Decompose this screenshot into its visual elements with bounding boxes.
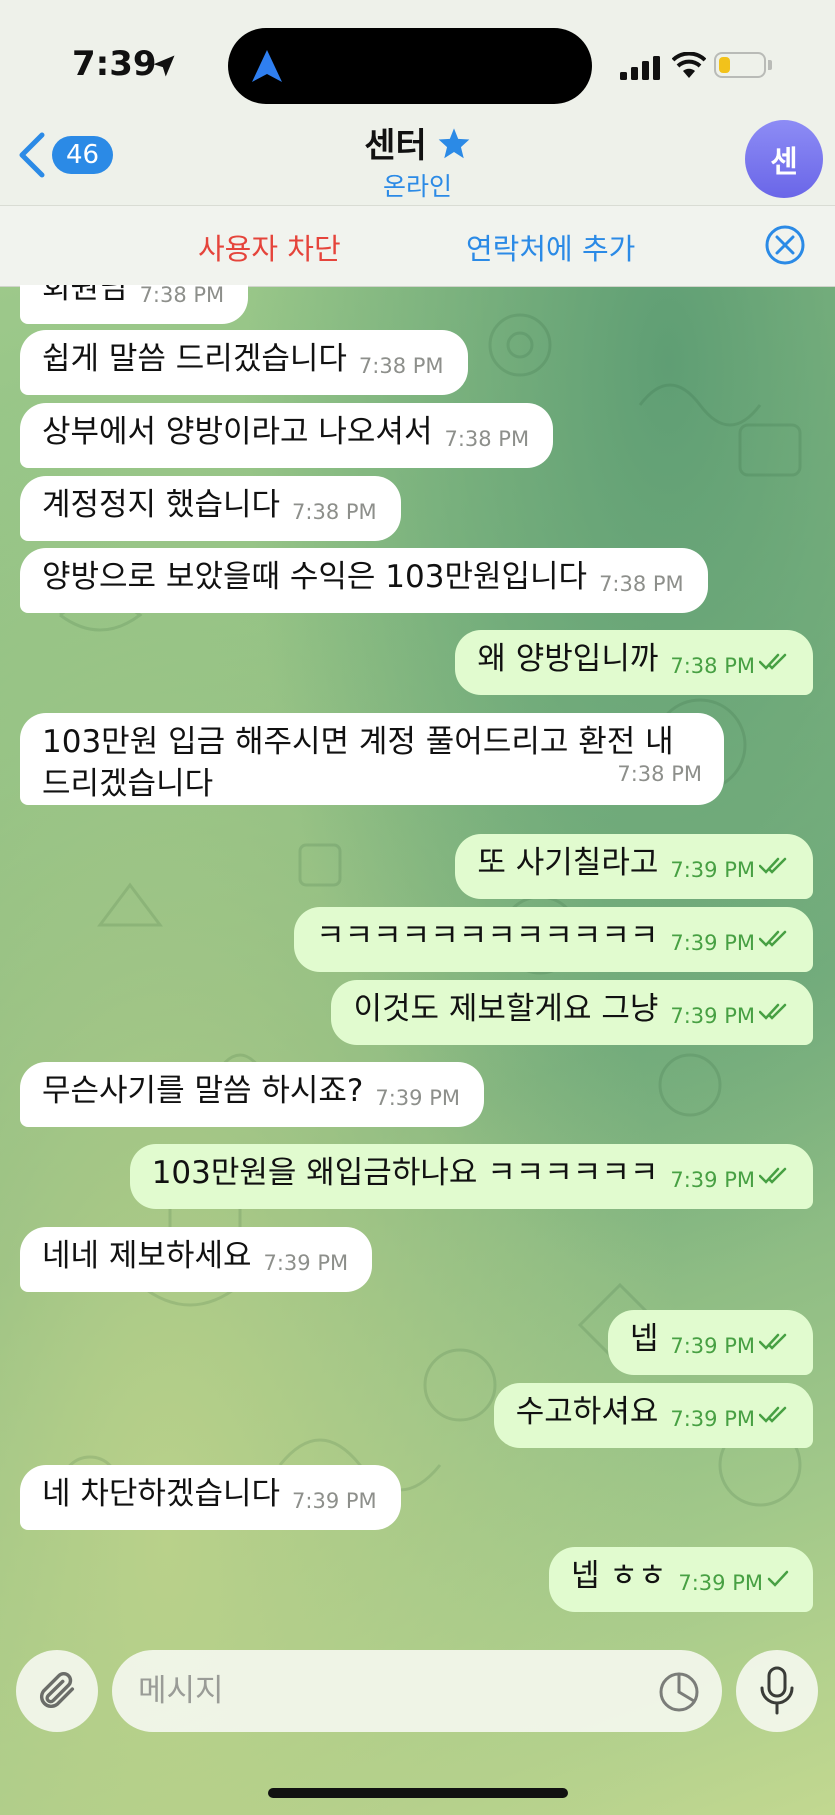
add-contact-button[interactable]: 연락처에 추가 xyxy=(466,226,635,268)
message-text: 103만원을 왜입금하나요 ㅋㅋㅋㅋㅋㅋ xyxy=(151,1155,659,1191)
message-bubble-outgoing[interactable]: 103만원을 왜입금하나요 ㅋㅋㅋㅋㅋㅋ 7:39 PM xyxy=(129,1144,813,1209)
message-text: 네 차단하겠습니다 xyxy=(42,1476,281,1512)
battery-icon xyxy=(714,52,766,78)
double-check-icon xyxy=(759,1003,787,1020)
star-icon xyxy=(438,127,470,158)
message-time: 7:38 PM xyxy=(139,285,225,307)
cellular-signal-icon xyxy=(620,56,660,80)
message-text: 왜 양방입니까 xyxy=(477,641,659,677)
message-bubble-outgoing[interactable]: 왜 양방입니까 7:38 PM xyxy=(455,630,813,695)
message-time: 7:39 PM xyxy=(670,1004,755,1028)
message-bubble-incoming[interactable]: 쉽게 말씀 드리겠습니다 7:38 PM xyxy=(20,330,468,395)
navigation-arrow-icon xyxy=(252,50,282,82)
check-icon xyxy=(767,1570,789,1587)
message-bubble-outgoing[interactable]: 이것도 제보할게요 그냥 7:39 PM xyxy=(331,980,813,1045)
message-time: 7:38 PM xyxy=(599,572,684,596)
message-text: 수고하셔요 xyxy=(515,1394,659,1430)
message-bubble-outgoing[interactable]: ㅋㅋㅋㅋㅋㅋㅋㅋㅋㅋㅋㅋ 7:39 PM xyxy=(294,907,813,972)
message-bubble-outgoing[interactable]: 넵 7:39 PM xyxy=(607,1310,813,1375)
message-time: 7:38 PM xyxy=(670,654,755,678)
message-text: 회원님 xyxy=(42,285,128,306)
message-time: 7:39 PM xyxy=(375,1086,460,1110)
message-text: ㅋㅋㅋㅋㅋㅋㅋㅋㅋㅋㅋㅋ xyxy=(316,918,659,954)
close-icon[interactable] xyxy=(764,224,806,266)
message-bubble-outgoing[interactable]: 수고하셔요 7:39 PM xyxy=(493,1383,813,1448)
message-text: 무슨사기를 말씀 하시죠? xyxy=(42,1073,364,1109)
microphone-icon xyxy=(760,1666,794,1715)
message-time: 7:38 PM xyxy=(292,500,377,524)
message-text: 넵 xyxy=(629,1321,659,1357)
message-time: 7:39 PM xyxy=(670,931,755,955)
double-check-icon xyxy=(759,653,787,670)
attach-button[interactable] xyxy=(16,1650,98,1732)
sticker-icon[interactable] xyxy=(658,1671,700,1713)
double-check-icon xyxy=(759,1333,787,1350)
dynamic-island xyxy=(228,28,592,104)
message-input[interactable]: 메시지 xyxy=(112,1650,722,1732)
message-time: 7:39 PM xyxy=(670,858,755,882)
message-time: 7:39 PM xyxy=(292,1489,377,1513)
paperclip-icon xyxy=(40,1672,75,1708)
message-text: 103만원 입금 해주시면 계정 풀어드리고 환전 내드리겠습니다 xyxy=(42,724,674,802)
message-time: 7:38 PM xyxy=(617,762,702,786)
top-bar: 7:39 46 센터 온라인 센 xyxy=(0,0,835,205)
message-bubble-incoming[interactable]: 네네 제보하세요 7:39 PM xyxy=(20,1227,373,1292)
message-text: 네네 제보하세요 xyxy=(42,1238,252,1274)
message-bubble-incoming[interactable]: 무슨사기를 말씀 하시죠? 7:39 PM xyxy=(20,1062,484,1127)
double-check-icon xyxy=(759,857,787,874)
avatar[interactable]: 센 xyxy=(745,120,823,198)
message-text: 이것도 제보할게요 그냥 xyxy=(353,991,659,1027)
message-text: 쉽게 말씀 드리겠습니다 xyxy=(42,341,347,377)
location-arrow-icon xyxy=(153,55,175,77)
message-time: 7:39 PM xyxy=(670,1407,755,1431)
message-bubble-incoming[interactable]: 양방으로 보았을때 수익은 103만원입니다 7:38 PM xyxy=(20,548,708,613)
message-bubble-incoming[interactable]: 계정정지 했습니다 7:38 PM xyxy=(20,476,401,541)
double-check-icon xyxy=(759,1406,787,1423)
message-list[interactable]: 회원님 7:38 PM 쉽게 말씀 드리겠습니다 7:38 PM 상부에서 양방이라… xyxy=(0,285,835,1650)
message-time: 7:39 PM xyxy=(263,1251,349,1275)
double-check-icon xyxy=(759,930,787,947)
message-text: 양방으로 보았을때 수익은 103만원입니다 xyxy=(42,559,588,595)
message-time: 7:39 PM xyxy=(670,1168,755,1192)
message-text: 넵 ㅎㅎ xyxy=(570,1558,667,1594)
message-bubble-incoming[interactable]: 네 차단하겠습니다 7:39 PM xyxy=(20,1465,401,1530)
message-bubble-incoming[interactable]: 103만원 입금 해주시면 계정 풀어드리고 환전 내드리겠습니다 7:38 PM xyxy=(20,713,724,805)
message-time: 7:38 PM xyxy=(358,354,444,378)
message-time: 7:38 PM xyxy=(444,427,530,451)
block-user-button[interactable]: 사용자 차단 xyxy=(198,226,341,268)
message-bubble-incoming[interactable]: 회원님 7:38 PM xyxy=(20,285,249,324)
chat-title: 센터 xyxy=(364,126,427,166)
status-time: 7:39 xyxy=(72,44,157,84)
online-status: 온라인 xyxy=(382,172,452,201)
battery-cap xyxy=(768,60,772,70)
home-indicator[interactable] xyxy=(268,1788,568,1798)
double-check-icon xyxy=(759,1167,787,1184)
message-time: 7:39 PM xyxy=(678,1571,763,1595)
message-text: 계정정지 했습니다 xyxy=(42,487,281,523)
microphone-button[interactable] xyxy=(736,1650,818,1732)
message-text: 상부에서 양방이라고 나오셔서 xyxy=(42,414,433,450)
chat-header[interactable]: 센터 온라인 xyxy=(0,118,835,203)
battery-level xyxy=(719,57,730,73)
wifi-icon xyxy=(672,52,706,78)
action-bar: 사용자 차단 연락처에 추가 xyxy=(0,205,835,287)
message-time: 7:39 PM xyxy=(670,1334,755,1358)
message-bubble-outgoing[interactable]: 또 사기칠라고 7:39 PM xyxy=(455,834,813,899)
message-bubble-incoming[interactable]: 상부에서 양방이라고 나오셔서 7:38 PM xyxy=(20,403,554,468)
message-text: 또 사기칠라고 xyxy=(477,845,659,881)
message-bubble-outgoing[interactable]: 넵 ㅎㅎ 7:39 PM xyxy=(548,1547,813,1612)
